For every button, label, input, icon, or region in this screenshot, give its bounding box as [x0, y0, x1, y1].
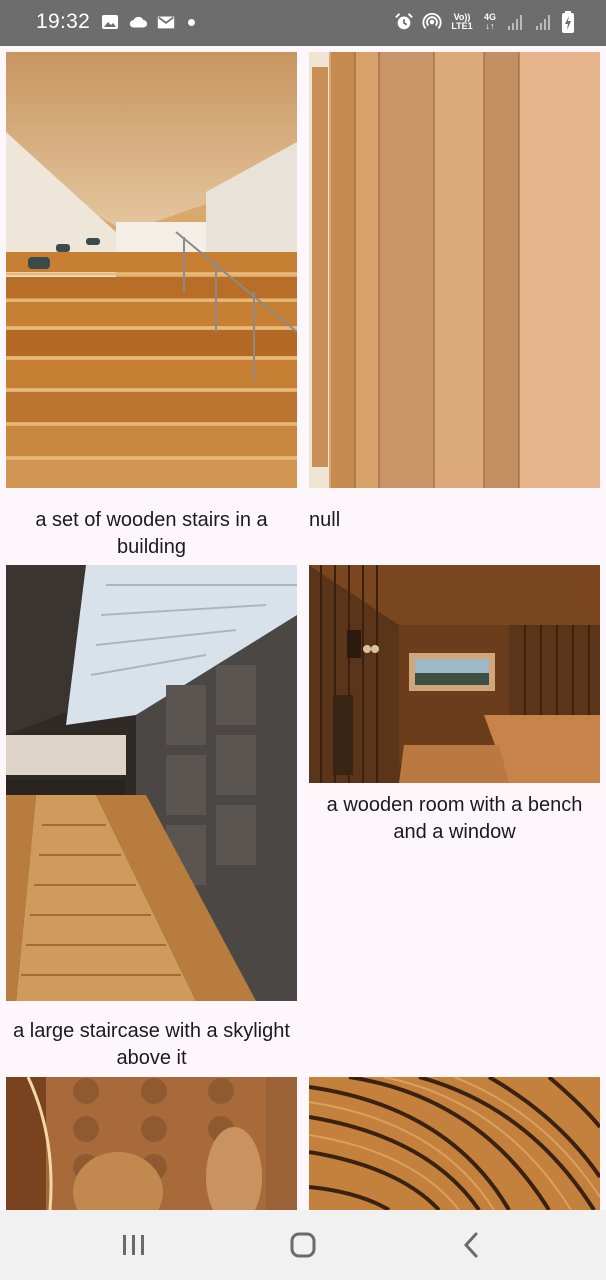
feed-card-2[interactable]: null — [309, 52, 600, 554]
caption-2: null — [309, 509, 341, 531]
status-bar: 19:32 Vo)) LTE1 4G ↓↑ — [0, 0, 606, 46]
feed-card-3[interactable]: a large staircase with a skylight above … — [6, 565, 297, 1069]
wooden-stairs-photo[interactable] — [6, 52, 297, 488]
feed-card-6[interactable] — [309, 1077, 600, 1210]
wooden-columns-photo[interactable] — [309, 52, 600, 488]
home-button[interactable] — [283, 1228, 323, 1262]
gallery-icon — [102, 15, 118, 29]
caption-1: a set of wooden stairs in a building — [35, 509, 268, 558]
staircase-skylight-photo[interactable] — [6, 565, 297, 1001]
status-left-icons — [100, 12, 195, 32]
caption-4: a wooden room with a bench and a window — [326, 794, 583, 843]
back-button[interactable] — [452, 1228, 492, 1262]
hotspot-icon — [422, 13, 442, 29]
volte-icon: Vo)) LTE1 — [451, 12, 473, 31]
signal-icon-2 — [536, 15, 550, 30]
back-icon — [463, 1232, 478, 1258]
image-feed[interactable]: a set of wooden stairs in a building nul… — [0, 46, 606, 1210]
alarm-icon — [395, 13, 413, 30]
curved-wood-ceiling-photo[interactable] — [309, 1077, 600, 1210]
caption-3: a large staircase with a skylight above … — [13, 1020, 290, 1069]
feed-card-1[interactable]: a set of wooden stairs in a building — [6, 52, 297, 558]
sauna-room-photo[interactable] — [309, 565, 600, 783]
recent-apps-button[interactable] — [114, 1228, 154, 1262]
4g-lte-icon: 4G ↓↑ — [483, 12, 496, 31]
navigation-bar — [0, 1210, 606, 1280]
feed-card-5[interactable] — [6, 1077, 297, 1210]
signal-icon — [508, 15, 522, 30]
status-time: 19:32 — [36, 10, 91, 33]
wooden-wall-ovals-photo[interactable] — [6, 1077, 297, 1210]
recent-apps-icon — [123, 1235, 144, 1255]
battery-charging-icon — [562, 11, 574, 33]
cloud-icon — [129, 16, 148, 28]
status-right-icons: Vo)) LTE1 4G ↓↑ — [394, 11, 574, 33]
notification-dot-icon — [188, 18, 195, 26]
mail-icon — [157, 16, 175, 29]
feed-card-4[interactable]: a wooden room with a bench and a window — [309, 565, 600, 865]
home-icon — [290, 1232, 316, 1258]
